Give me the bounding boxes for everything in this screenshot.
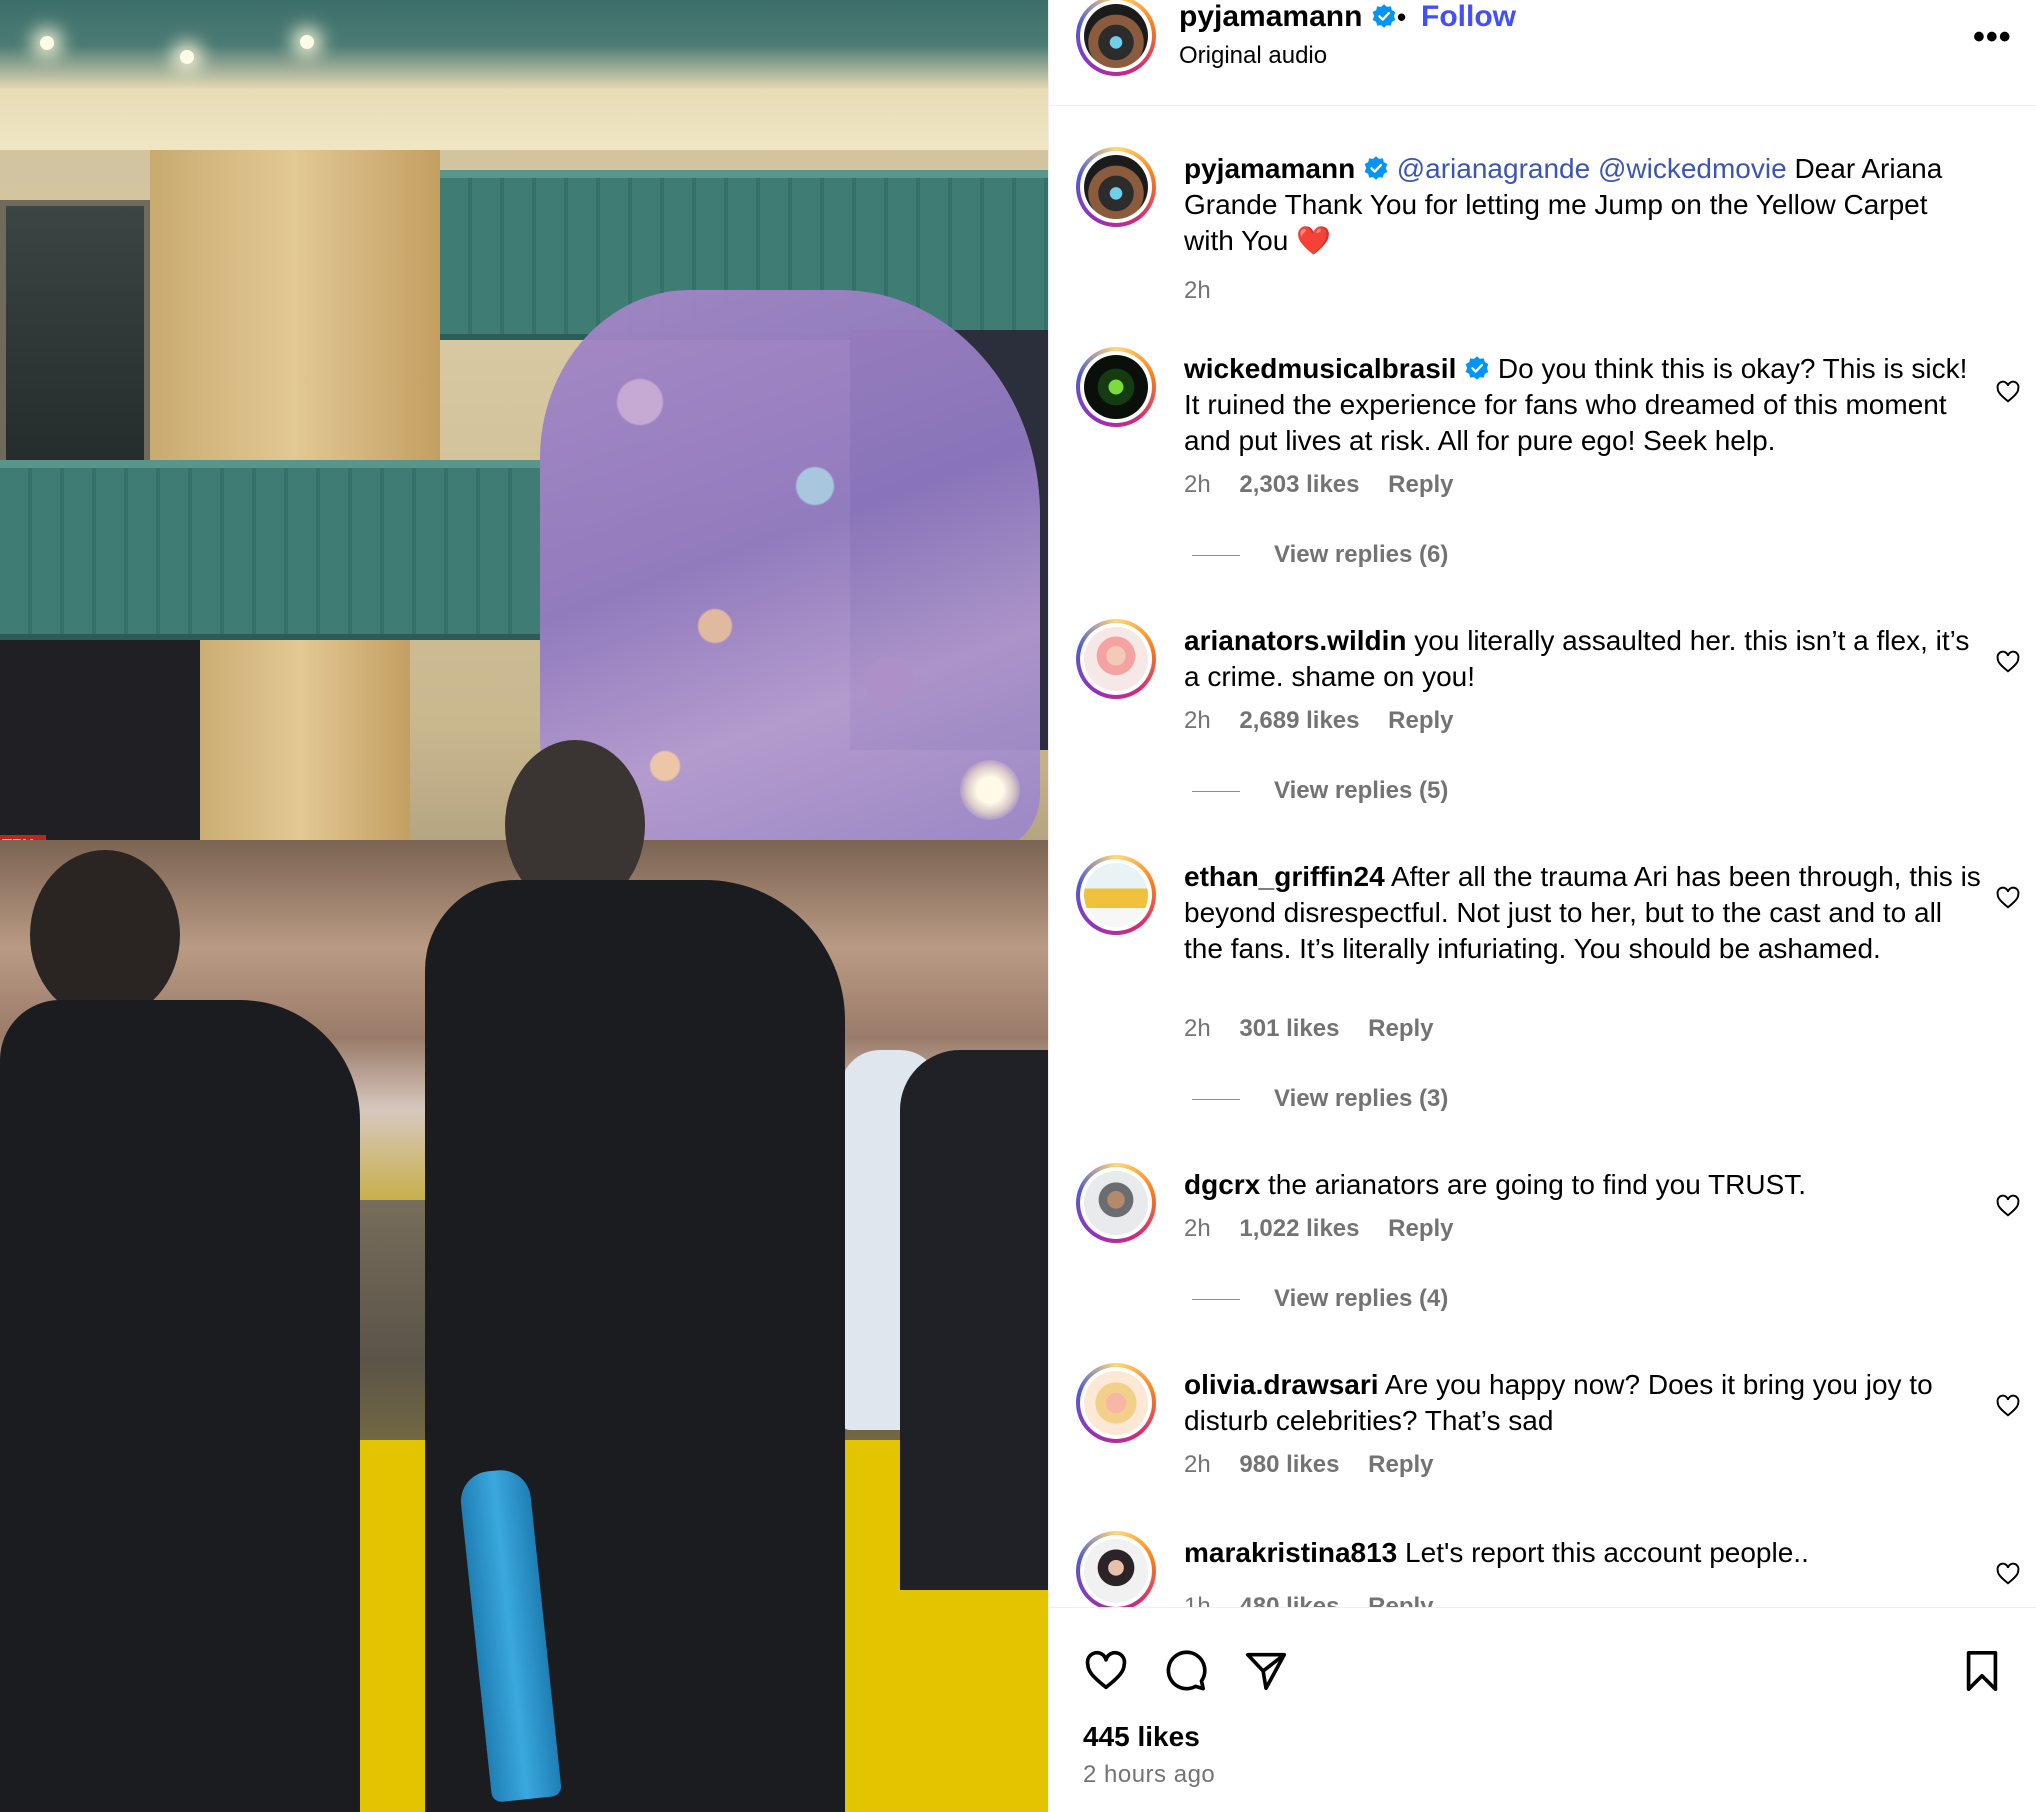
comment-meta: 2h 2,689 likes Reply <box>1184 707 1476 735</box>
comment-meta: 2h 301 likes Reply <box>1184 1015 1456 1043</box>
comment-username[interactable]: marakristina813 <box>1184 1537 1397 1568</box>
comment-text: marakristina813 Let's report this accoun… <box>1184 1535 1984 1571</box>
reply-button[interactable]: Reply <box>1388 707 1453 734</box>
comment-like-icon[interactable] <box>1995 379 2021 405</box>
video-ceiling <box>0 0 1048 150</box>
building-window <box>0 200 150 480</box>
camera-flash <box>960 760 1020 820</box>
avatar[interactable] <box>1076 619 1156 699</box>
post-header: pyjamamann • Follow Original audio ••• <box>1049 0 2036 106</box>
comment-username[interactable]: ethan_griffin24 <box>1184 861 1385 892</box>
divider <box>1192 554 1240 557</box>
more-options-icon[interactable]: ••• <box>1973 18 2012 57</box>
avatar[interactable] <box>1076 0 1156 76</box>
reply-button[interactable]: Reply <box>1388 471 1453 498</box>
comment-like-icon[interactable] <box>1995 885 2021 911</box>
separator-dot: • <box>1397 2 1407 32</box>
comment-like-icon[interactable] <box>1995 1561 2021 1587</box>
comment-text: olivia.drawsari Are you happy now? Does … <box>1184 1367 1984 1439</box>
security-guard-left <box>0 1000 360 1812</box>
comment-time: 2h <box>1184 1451 1211 1478</box>
mention-link[interactable]: @wickedmovie <box>1598 153 1787 184</box>
dark-storefront <box>0 640 200 840</box>
building-pillar <box>150 150 440 480</box>
comment-time: 1h <box>1184 1593 1211 1607</box>
comment-text: dgcrx the arianators are going to find y… <box>1184 1167 1984 1203</box>
comment-likes[interactable]: 480 likes <box>1239 1593 1339 1607</box>
avatar[interactable] <box>1076 347 1156 427</box>
security-guard-right <box>900 1050 1048 1590</box>
post-panel: pyjamamann • Follow Original audio ••• p… <box>1048 0 2036 1812</box>
comment-meta: 2h 2,303 likes Reply <box>1184 471 1476 499</box>
caption-username[interactable]: pyjamamann <box>1184 153 1355 184</box>
mention-link[interactable]: @arianagrande <box>1397 153 1590 184</box>
balcony-rail <box>0 460 540 640</box>
comment-username[interactable]: dgcrx <box>1184 1169 1260 1200</box>
comment-like-icon[interactable] <box>1995 1193 2021 1219</box>
ceiling-light <box>300 35 314 49</box>
verified-badge-icon <box>1465 356 1489 380</box>
view-replies-button[interactable]: View replies (4) <box>1192 1285 1448 1313</box>
view-replies-button[interactable]: View replies (6) <box>1192 541 1448 569</box>
comment-meta: 2h 1,022 likes Reply <box>1184 1215 1476 1243</box>
comment-body: Let's report this account people.. <box>1405 1537 1809 1568</box>
comment-time: 2h <box>1184 1215 1211 1242</box>
bookmark-icon[interactable] <box>1959 1648 2005 1694</box>
verified-badge-icon <box>1372 4 1396 28</box>
post-footer: 445 likes 2 hours ago <box>1049 1607 2036 1812</box>
caption-text: pyjamamann @arianagrande @wickedmovie De… <box>1184 151 1984 259</box>
comment-time: 2h <box>1184 707 1211 734</box>
reply-button[interactable]: Reply <box>1368 1451 1433 1478</box>
ceiling-light <box>180 50 194 64</box>
avatar[interactable] <box>1076 1163 1156 1243</box>
caption-time: 2h <box>1184 277 1211 304</box>
divider <box>1192 1298 1240 1301</box>
comment-username[interactable]: wickedmusicalbrasil <box>1184 353 1456 384</box>
comment-meta: 1h 480 likes Reply <box>1184 1593 1456 1607</box>
comment-likes[interactable]: 1,022 likes <box>1239 1215 1359 1242</box>
verified-badge-icon <box>1364 156 1388 180</box>
comment-body: the arianators are going to find you TRU… <box>1268 1169 1807 1200</box>
reply-button[interactable]: Reply <box>1368 1593 1433 1607</box>
comment-likes[interactable]: 301 likes <box>1239 1015 1339 1042</box>
post-timestamp: 2 hours ago <box>1083 1761 1216 1788</box>
heart-icon[interactable] <box>1083 1648 1129 1694</box>
comment-meta: 2h 980 likes Reply <box>1184 1451 1456 1479</box>
avatar[interactable] <box>1076 147 1156 227</box>
comment-username[interactable]: arianators.wildin <box>1184 625 1407 656</box>
guard-head <box>30 850 180 1020</box>
avatar[interactable] <box>1076 1531 1156 1607</box>
avatar[interactable] <box>1076 855 1156 935</box>
comment-like-icon[interactable] <box>1995 1393 2021 1419</box>
video-player[interactable]: TRY <box>0 0 1048 1812</box>
comments-list: pyjamamann @arianagrande @wickedmovie De… <box>1049 107 2036 1607</box>
post-likes-count[interactable]: 445 likes <box>1083 1721 1200 1753</box>
comment-text: arianators.wildin you literally assaulte… <box>1184 623 1984 695</box>
reply-button[interactable]: Reply <box>1368 1015 1433 1042</box>
reply-button[interactable]: Reply <box>1388 1215 1453 1242</box>
ceiling-light <box>40 36 54 50</box>
comment-likes[interactable]: 980 likes <box>1239 1451 1339 1478</box>
view-replies-button[interactable]: View replies (5) <box>1192 777 1448 805</box>
divider <box>1192 790 1240 793</box>
comment-icon[interactable] <box>1162 1648 1208 1694</box>
comment-time: 2h <box>1184 1015 1211 1042</box>
heart-emoji: ❤️ <box>1296 225 1331 256</box>
view-replies-button[interactable]: View replies (3) <box>1192 1085 1448 1113</box>
divider <box>1192 1098 1240 1101</box>
avatar[interactable] <box>1076 1363 1156 1443</box>
header-username[interactable]: pyjamamann <box>1179 0 1362 33</box>
comment-likes[interactable]: 2,689 likes <box>1239 707 1359 734</box>
audio-label[interactable]: Original audio <box>1179 42 1327 70</box>
comment-likes[interactable]: 2,303 likes <box>1239 471 1359 498</box>
share-icon[interactable] <box>1243 1648 1289 1694</box>
follow-button[interactable]: Follow <box>1421 0 1516 34</box>
comment-time: 2h <box>1184 471 1211 498</box>
comment-text: wickedmusicalbrasil Do you think this is… <box>1184 351 1984 459</box>
comment-like-icon[interactable] <box>1995 649 2021 675</box>
comment-text: ethan_griffin24 After all the trauma Ari… <box>1184 859 1984 967</box>
comment-username[interactable]: olivia.drawsari <box>1184 1369 1379 1400</box>
